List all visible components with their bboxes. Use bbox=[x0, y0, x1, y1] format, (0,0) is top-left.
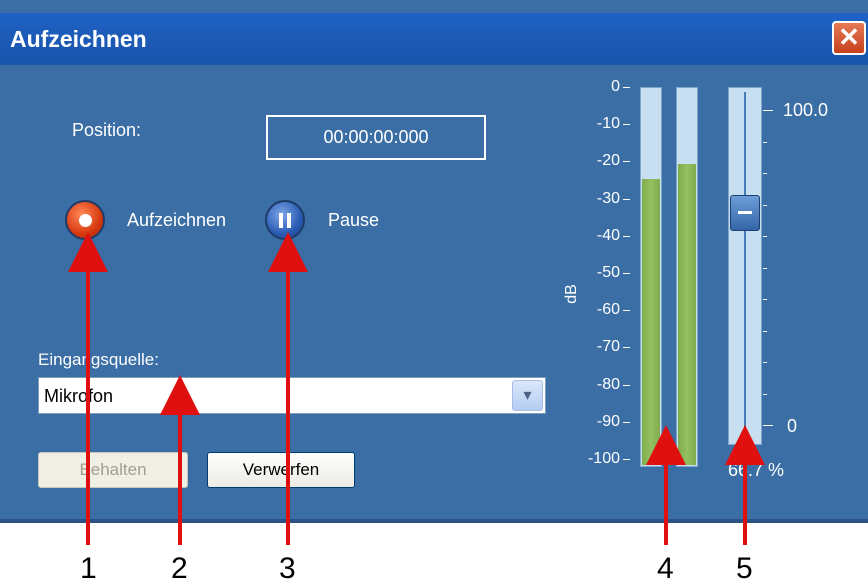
callout-5: 5 bbox=[736, 552, 753, 585]
callout-4: 4 bbox=[657, 552, 674, 585]
callout-3: 3 bbox=[279, 552, 296, 585]
callout-arrows bbox=[68, 232, 765, 545]
callout-2: 2 bbox=[171, 552, 188, 585]
callout-1: 1 bbox=[80, 552, 97, 585]
